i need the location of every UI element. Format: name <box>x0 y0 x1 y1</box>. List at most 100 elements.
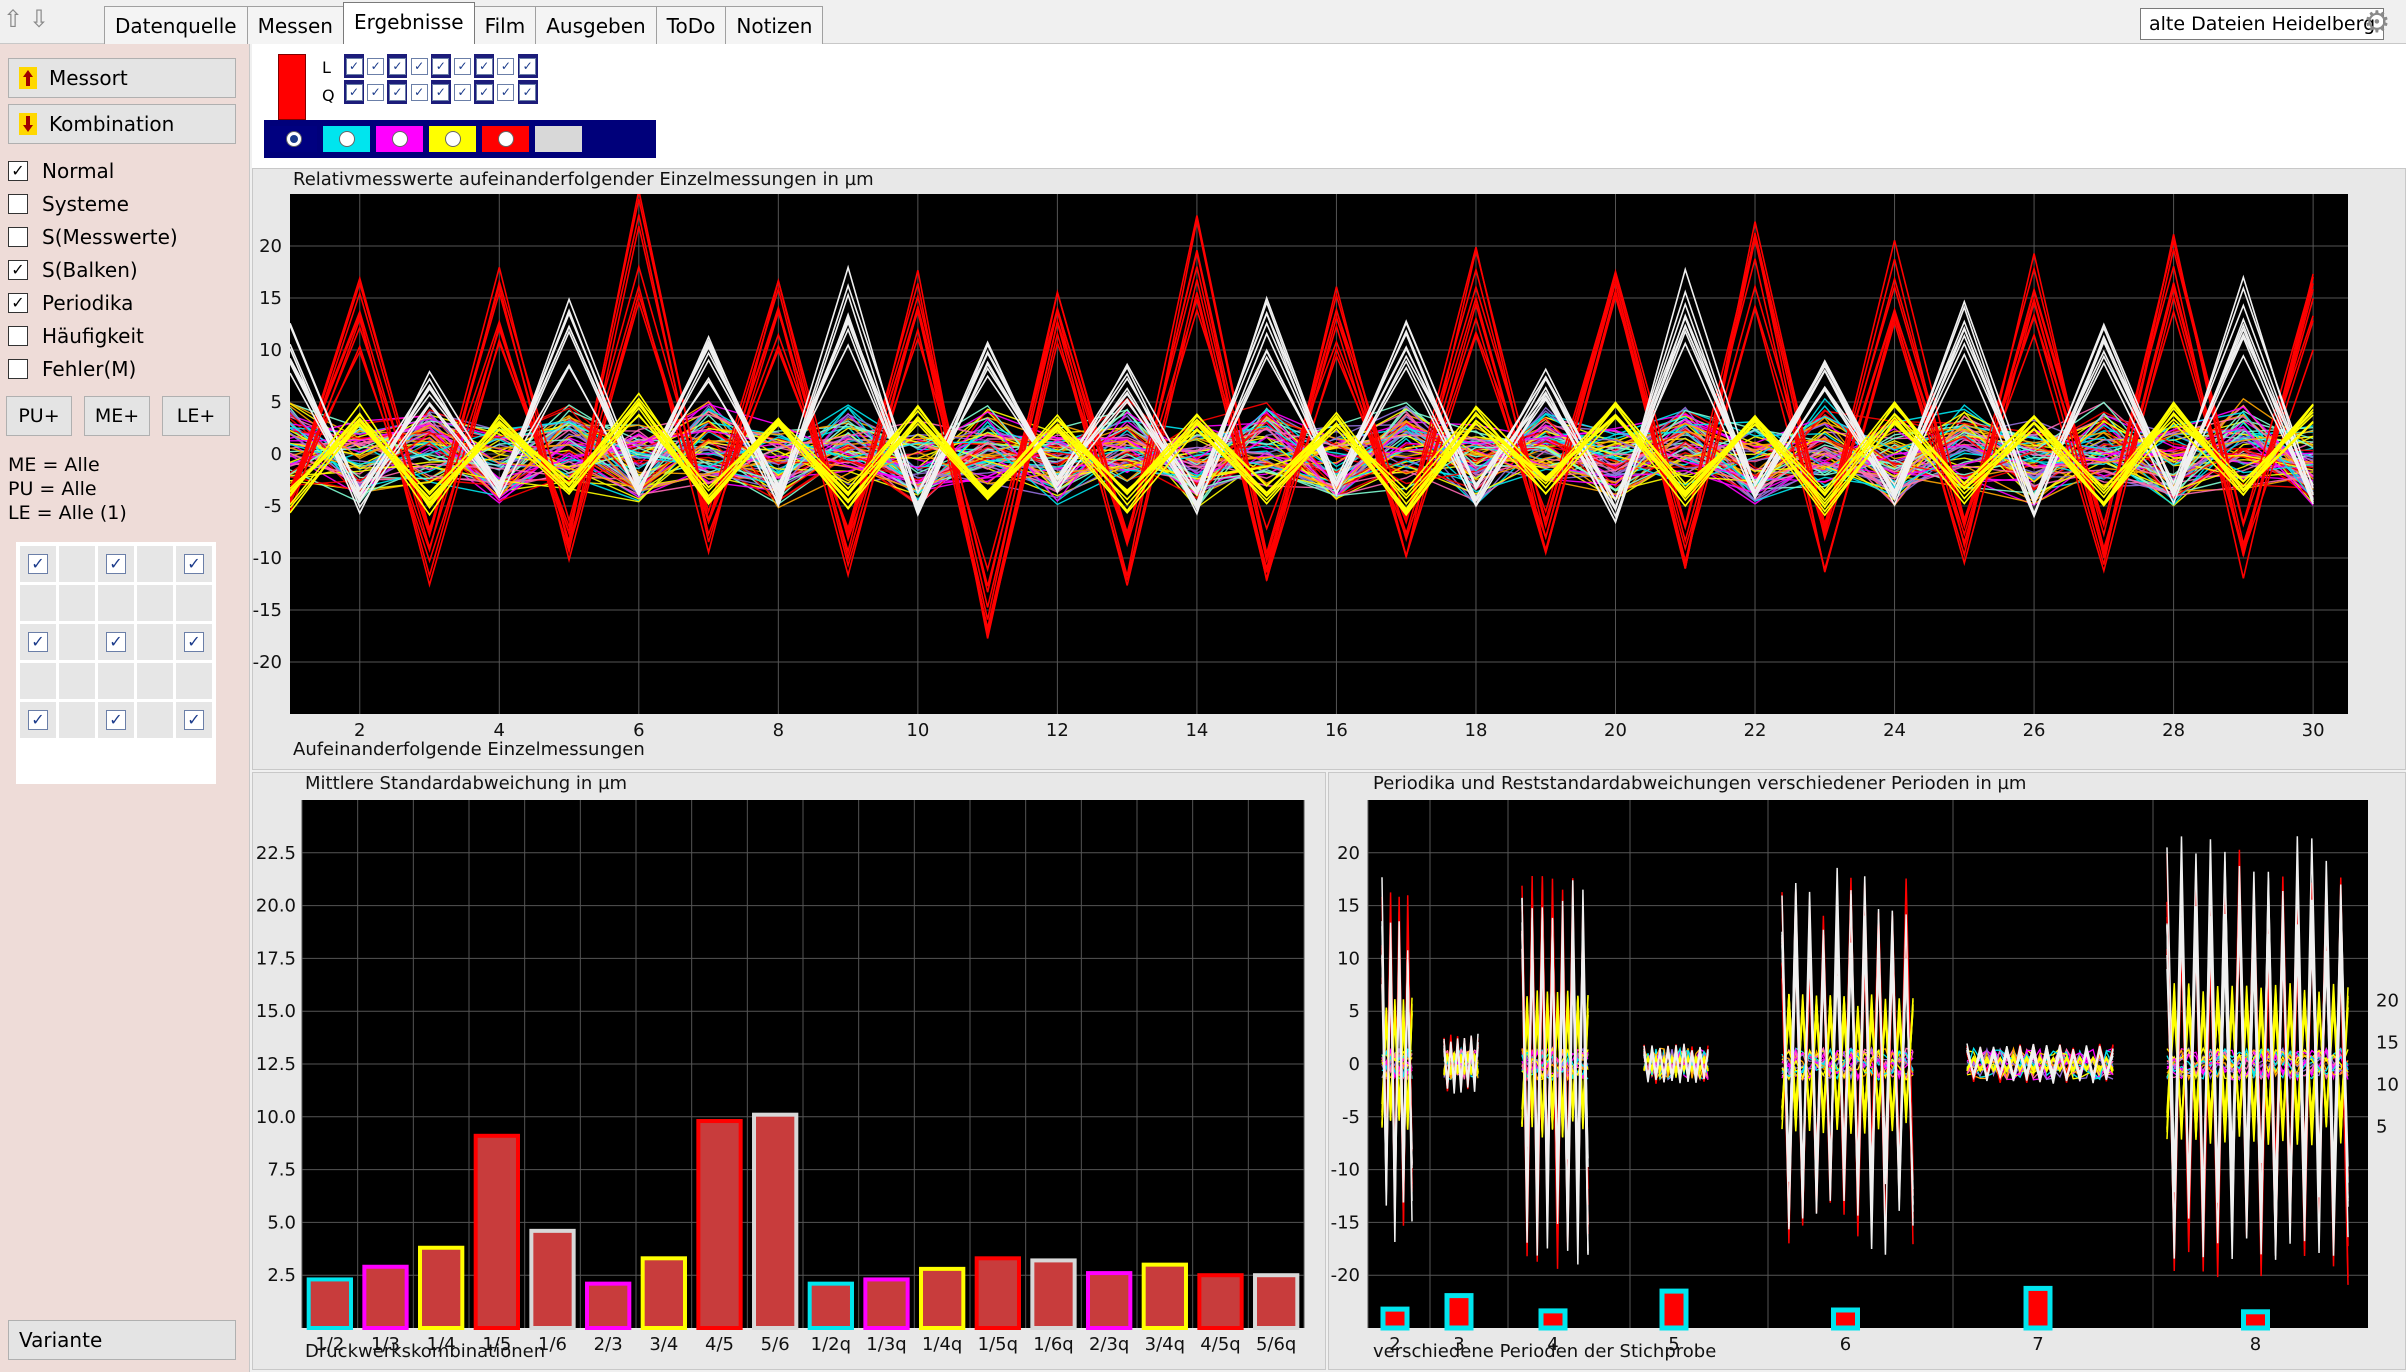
tab-film[interactable]: Film <box>473 6 537 44</box>
checkbox-box[interactable]: ✓ <box>475 83 493 101</box>
tab-ausgeben[interactable]: Ausgeben <box>535 6 657 44</box>
checkbox-box[interactable]: ✓ <box>8 161 28 181</box>
grid-cell[interactable] <box>137 546 173 582</box>
me-plus-button[interactable]: ME+ <box>84 396 150 436</box>
checkbox-box[interactable]: ✓ <box>497 57 515 75</box>
grid-cell[interactable] <box>98 663 134 699</box>
checkbox-box[interactable]: ✓ <box>388 57 406 75</box>
checkbox-box[interactable]: ✓ <box>367 57 385 75</box>
legend-checkbox[interactable]: ✓ <box>474 54 495 78</box>
variante-button[interactable]: Variante <box>8 1320 236 1360</box>
checkbox-box[interactable]: ✓ <box>519 83 537 101</box>
checkbox-box[interactable]: ✓ <box>454 83 471 101</box>
checkbox-normal[interactable]: ✓ Normal <box>8 156 114 186</box>
legend-checkbox[interactable]: ✓ <box>474 80 495 104</box>
tab-todo[interactable]: ToDo <box>655 6 727 44</box>
grid-cell[interactable]: ✓ <box>176 702 212 738</box>
checkbox-box[interactable]: ✓ <box>28 632 48 652</box>
checkbox-box[interactable]: ✓ <box>432 57 450 75</box>
grid-cell[interactable] <box>137 702 173 738</box>
radio-icon[interactable] <box>338 131 355 147</box>
grid-cell[interactable]: ✓ <box>98 624 134 660</box>
tab-datenquelle[interactable]: Datenquelle <box>104 6 248 44</box>
radio-icon[interactable] <box>497 131 514 147</box>
grid-cell[interactable] <box>59 663 95 699</box>
legend-checkbox[interactable]: ✓ <box>409 54 429 78</box>
grid-cell[interactable]: ✓ <box>20 702 56 738</box>
swatch-gray[interactable] <box>535 126 582 152</box>
grid-cell[interactable] <box>59 702 95 738</box>
checkbox-box[interactable]: ✓ <box>184 554 204 574</box>
swatch-magenta[interactable] <box>376 126 423 152</box>
checkbox-periodika[interactable]: ✓ Periodika <box>8 288 133 318</box>
gear-icon[interactable]: ⚙ <box>2360 6 2394 40</box>
legend-checkbox[interactable]: ✓ <box>517 80 538 104</box>
swatch-red[interactable] <box>482 126 529 152</box>
checkbox-box[interactable]: ✓ <box>184 632 204 652</box>
checkbox-box[interactable]: ✓ <box>106 710 126 730</box>
checkbox-box[interactable]: ✓ <box>8 260 28 280</box>
kombination-button[interactable]: Kombination <box>8 104 236 144</box>
radio-icon[interactable] <box>444 131 461 147</box>
legend-checkbox[interactable]: ✓ <box>409 80 429 104</box>
grid-cell[interactable] <box>137 585 173 621</box>
checkbox-box[interactable]: ✓ <box>475 57 493 75</box>
tab-ergebnisse[interactable]: Ergebnisse <box>342 2 475 44</box>
grid-cell[interactable]: ✓ <box>98 702 134 738</box>
checkbox-box[interactable]: ✓ <box>410 83 428 101</box>
legend-checkbox[interactable]: ✓ <box>344 80 364 104</box>
checkbox-box[interactable] <box>8 326 28 346</box>
swatch-navy[interactable] <box>270 126 317 152</box>
legend-checkbox[interactable]: ✓ <box>387 80 408 104</box>
grid-cell[interactable]: ✓ <box>176 624 212 660</box>
checkbox-fehler[interactable]: Fehler(M) <box>8 354 136 384</box>
grid-cell[interactable] <box>20 663 56 699</box>
tab-messen[interactable]: Messen <box>246 6 344 44</box>
grid-cell[interactable]: ✓ <box>176 546 212 582</box>
checkbox-box[interactable]: ✓ <box>28 710 48 730</box>
le-plus-button[interactable]: LE+ <box>162 396 230 436</box>
legend-checkbox[interactable]: ✓ <box>453 54 473 78</box>
checkbox-box[interactable] <box>8 227 28 247</box>
legend-checkbox[interactable]: ✓ <box>453 80 473 104</box>
messort-button[interactable]: Messort <box>8 58 236 98</box>
arrow-down-icon[interactable]: ⇩ <box>26 4 52 34</box>
grid-cell[interactable] <box>20 585 56 621</box>
checkbox-box[interactable]: ✓ <box>388 83 406 101</box>
checkbox-box[interactable]: ✓ <box>28 554 48 574</box>
checkbox-box[interactable]: ✓ <box>454 57 471 75</box>
legend-checkbox[interactable]: ✓ <box>496 80 516 104</box>
legend-master-color[interactable] <box>278 54 306 120</box>
checkbox-box[interactable] <box>8 194 28 214</box>
checkbox-box[interactable]: ✓ <box>106 554 126 574</box>
legend-checkbox[interactable]: ✓ <box>387 54 408 78</box>
legend-checkbox[interactable]: ✓ <box>496 54 516 78</box>
checkbox-box[interactable]: ✓ <box>519 57 537 75</box>
checkbox-box[interactable]: ✓ <box>8 293 28 313</box>
legend-checkbox[interactable]: ✓ <box>344 54 364 78</box>
legend-checkbox[interactable]: ✓ <box>517 54 538 78</box>
grid-cell[interactable] <box>176 585 212 621</box>
grid-cell[interactable] <box>59 624 95 660</box>
checkbox-box[interactable]: ✓ <box>184 710 204 730</box>
arrow-up-icon[interactable]: ⇧ <box>0 4 26 34</box>
legend-checkbox[interactable]: ✓ <box>366 80 386 104</box>
tab-notizen[interactable]: Notizen <box>725 6 824 44</box>
grid-cell[interactable] <box>59 585 95 621</box>
checkbox-box[interactable]: ✓ <box>345 83 363 101</box>
grid-cell[interactable] <box>137 624 173 660</box>
swatch-cyan[interactable] <box>323 126 370 152</box>
checkbox-box[interactable]: ✓ <box>345 57 363 75</box>
checkbox-box[interactable]: ✓ <box>367 83 385 101</box>
checkbox-box[interactable]: ✓ <box>410 57 428 75</box>
grid-cell[interactable] <box>59 546 95 582</box>
checkbox-haeufigkeit[interactable]: Häufigkeit <box>8 321 144 351</box>
swatch-yellow[interactable] <box>429 126 476 152</box>
grid-cell[interactable]: ✓ <box>20 546 56 582</box>
grid-cell[interactable] <box>176 663 212 699</box>
radio-icon[interactable] <box>285 131 302 147</box>
checkbox-box[interactable]: ✓ <box>106 632 126 652</box>
checkbox-box[interactable] <box>8 359 28 379</box>
checkbox-systeme[interactable]: Systeme <box>8 189 129 219</box>
grid-cell[interactable]: ✓ <box>20 624 56 660</box>
